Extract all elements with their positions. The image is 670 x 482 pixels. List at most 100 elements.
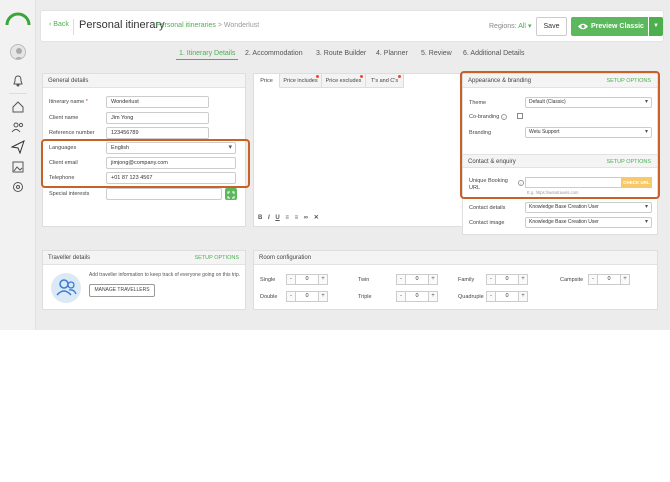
- branding-select[interactable]: Wetu Support: [525, 127, 652, 138]
- traveller-setup-options-link[interactable]: SETUP OPTIONS: [194, 251, 239, 265]
- clear-format-icon[interactable]: ✕: [314, 214, 319, 221]
- save-button[interactable]: Save: [536, 17, 567, 36]
- increment-quadruple-button[interactable]: +: [518, 291, 528, 302]
- increment-twin-button[interactable]: +: [428, 274, 438, 285]
- contact-image-select[interactable]: Knowledge Base Creation User: [525, 217, 652, 228]
- room-config-header: Room configuration: [254, 251, 657, 265]
- single-count[interactable]: 0: [296, 274, 318, 285]
- client-email-label: Client email: [49, 160, 78, 166]
- client-name-input[interactable]: Jim Yong: [106, 112, 209, 124]
- theme-select[interactable]: Default (Classic): [525, 97, 652, 108]
- step-tab-additional-details[interactable]: 6. Additional Details: [463, 50, 524, 57]
- triple-count[interactable]: 0: [406, 291, 428, 302]
- double-count[interactable]: 0: [296, 291, 318, 302]
- cobranding-checkbox[interactable]: [517, 113, 523, 119]
- tab-terms-label: T's and C's: [370, 78, 399, 84]
- active-step-underline: [176, 59, 238, 60]
- tab-price-includes[interactable]: Price includes: [280, 74, 322, 88]
- booking-url-info-icon[interactable]: i: [518, 180, 524, 186]
- page-title: Personal itinerary: [79, 19, 165, 31]
- family-count[interactable]: 0: [496, 274, 518, 285]
- alert-dot-icon: [360, 75, 363, 78]
- appearance-title: Appearance & branding: [468, 78, 532, 84]
- increment-triple-button[interactable]: +: [428, 291, 438, 302]
- decrement-family-button[interactable]: -: [486, 274, 496, 285]
- room-configuration-panel: Room configuration Single - 0 + Twin - 0…: [253, 250, 658, 310]
- itinerary-name-input[interactable]: Wonderlust: [106, 96, 209, 108]
- user-avatar[interactable]: [10, 44, 26, 60]
- price-editor-area[interactable]: [258, 92, 486, 208]
- itinerary-name-label: Itinerary name *: [49, 99, 88, 105]
- appearance-setup-options-link[interactable]: SETUP OPTIONS: [606, 74, 651, 88]
- contact-header: Contact & enquiry SETUP OPTIONS: [463, 154, 657, 168]
- settings-gear-icon[interactable]: [11, 180, 25, 194]
- breadcrumb-separator: >: [217, 22, 222, 29]
- send-icon[interactable]: [10, 140, 25, 155]
- decrement-triple-button[interactable]: -: [396, 291, 406, 302]
- decrement-single-button[interactable]: -: [286, 274, 296, 285]
- booking-url-label-line1: Unique Booking: [469, 178, 508, 184]
- breadcrumb-current: Wonderlust: [223, 22, 260, 29]
- cobranding-info-icon[interactable]: i: [501, 114, 507, 120]
- expand-icon: [227, 191, 235, 199]
- decrement-double-button[interactable]: -: [286, 291, 296, 302]
- tab-terms[interactable]: T's and C's: [366, 74, 404, 88]
- regions-selector[interactable]: Regions: All ▾: [489, 22, 531, 30]
- decrement-campsite-button[interactable]: -: [588, 274, 598, 285]
- check-url-button[interactable]: CHECK URL: [621, 177, 652, 188]
- increment-single-button[interactable]: +: [318, 274, 328, 285]
- campsite-count[interactable]: 0: [598, 274, 620, 285]
- increment-campsite-button[interactable]: +: [620, 274, 630, 285]
- twin-count[interactable]: 0: [406, 274, 428, 285]
- booking-url-hint: E.g. https://wetutravels.com: [527, 190, 579, 195]
- reference-number-input[interactable]: 123456789: [106, 127, 209, 139]
- preview-dropdown-button[interactable]: ▼: [649, 17, 663, 36]
- link-icon[interactable]: ∞: [304, 215, 308, 221]
- languages-label: Languages: [49, 145, 77, 151]
- room-label-double: Double: [260, 294, 278, 300]
- cobranding-label: Co-branding: [469, 114, 500, 120]
- tab-price-excludes[interactable]: Price excludes: [322, 74, 366, 88]
- wetu-logo-icon: [5, 12, 31, 26]
- increment-double-button[interactable]: +: [318, 291, 328, 302]
- booking-url-input[interactable]: [525, 177, 621, 188]
- left-sidebar: [0, 0, 36, 330]
- contact-setup-options-link[interactable]: SETUP OPTIONS: [606, 155, 651, 169]
- stepper-triple: - 0 +: [396, 291, 438, 302]
- back-link[interactable]: ‹ Back: [49, 21, 69, 28]
- languages-select[interactable]: English: [106, 142, 236, 154]
- special-interests-input[interactable]: [106, 188, 222, 200]
- quadruple-count[interactable]: 0: [496, 291, 518, 302]
- tab-price[interactable]: Price: [254, 74, 280, 88]
- expand-interests-button[interactable]: [225, 188, 237, 200]
- room-label-campsite: Campsite: [560, 277, 584, 283]
- ordered-list-icon[interactable]: ≡: [285, 215, 289, 221]
- telephone-input[interactable]: +01 87 123 4567: [106, 172, 236, 184]
- step-tab-review[interactable]: 5. Review: [421, 50, 452, 57]
- manage-travellers-button[interactable]: MANAGE TRAVELLERS: [89, 284, 155, 297]
- increment-family-button[interactable]: +: [518, 274, 528, 285]
- step-tab-route-builder[interactable]: 3. Route Builder: [316, 50, 366, 57]
- traveller-details-panel: Traveller details SETUP OPTIONS Add trav…: [42, 250, 246, 310]
- reference-row: Reference number 123456789: [49, 127, 239, 139]
- underline-button[interactable]: U: [275, 215, 279, 221]
- client-email-input[interactable]: jimjong@company.com: [106, 157, 236, 169]
- sidebar-divider: [9, 93, 27, 94]
- contact-details-select[interactable]: Knowledge Base Creation User: [525, 202, 652, 213]
- theme-label: Theme: [469, 100, 487, 106]
- home-icon[interactable]: [11, 100, 25, 114]
- bullet-list-icon[interactable]: ≡: [295, 215, 299, 221]
- step-tab-accommodation[interactable]: 2. Accommodation: [245, 50, 303, 57]
- breadcrumb-parent-link[interactable]: Personal itineraries: [156, 22, 216, 29]
- bold-button[interactable]: B: [258, 215, 262, 221]
- step-tab-itinerary-details[interactable]: 1. Itinerary Details: [179, 50, 235, 57]
- decrement-quadruple-button[interactable]: -: [486, 291, 496, 302]
- image-icon[interactable]: [11, 160, 25, 174]
- traveller-header: Traveller details SETUP OPTIONS: [43, 251, 245, 265]
- preview-classic-button[interactable]: Preview Classic: [571, 17, 648, 36]
- decrement-twin-button[interactable]: -: [396, 274, 406, 285]
- step-tab-planner[interactable]: 4. Planner: [376, 50, 408, 57]
- notification-bell-icon[interactable]: [11, 74, 25, 88]
- italic-button[interactable]: I: [268, 215, 270, 221]
- users-icon[interactable]: [11, 120, 25, 134]
